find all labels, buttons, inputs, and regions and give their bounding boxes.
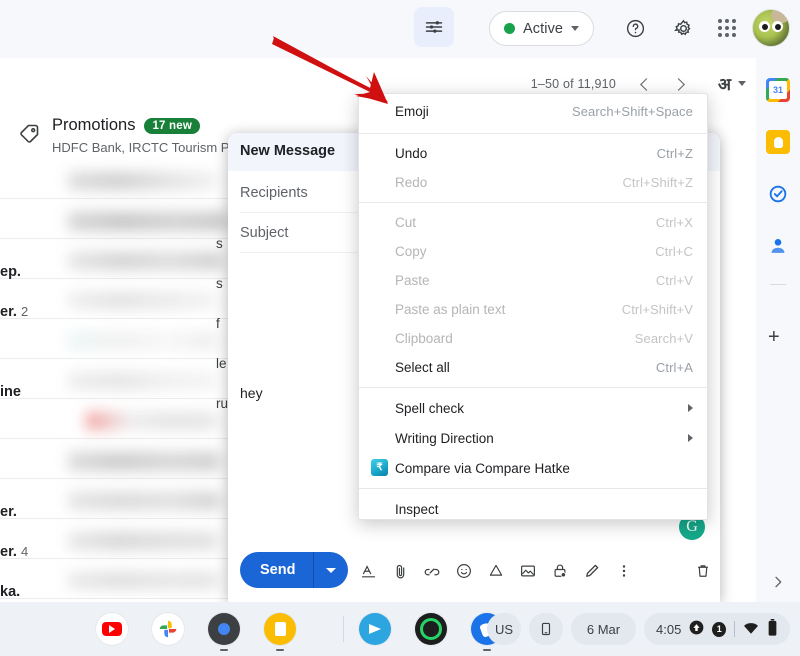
snippet-fragment: s	[216, 236, 223, 251]
menu-separator	[359, 133, 707, 134]
input-language-selector[interactable]: अ	[718, 72, 746, 95]
add-plus-icon[interactable]: +	[768, 326, 780, 349]
tune-sliders-icon[interactable]	[414, 7, 454, 47]
youtube-icon[interactable]	[96, 613, 128, 645]
send-options-icon[interactable]	[314, 552, 348, 588]
battery-icon	[767, 619, 778, 639]
compose-toolbar: Send	[228, 540, 720, 602]
google-calendar-icon[interactable]: 31	[766, 78, 790, 102]
snippet-fragment: le	[216, 356, 227, 371]
divider	[343, 616, 344, 642]
chevron-down-icon	[738, 81, 746, 86]
menu-item-redo[interactable]: Redo Ctrl+Shift+Z	[359, 168, 707, 197]
wifi-icon	[743, 621, 759, 638]
list-item[interactable]: er.	[0, 504, 17, 520]
list-item[interactable]: ep.	[0, 264, 21, 280]
menu-item-cut[interactable]: Cut Ctrl+X	[359, 208, 707, 237]
list-item[interactable]: er. 4	[0, 544, 28, 560]
time-label: 4:05	[656, 622, 681, 637]
system-tray[interactable]: 4:05 1	[644, 613, 790, 645]
menu-item-inspect[interactable]: Inspect	[359, 494, 707, 524]
confidential-mode-icon[interactable]	[549, 560, 571, 582]
menu-separator	[359, 387, 707, 388]
telegram-icon[interactable]	[359, 613, 391, 645]
date-indicator[interactable]: 6 Mar	[571, 613, 636, 645]
attach-file-icon[interactable]	[389, 560, 411, 582]
menu-item-compare-hatke[interactable]: ₹ Compare via Compare Hatke	[359, 453, 707, 483]
more-options-icon[interactable]	[613, 560, 635, 582]
snippet-fragment: s	[216, 276, 223, 291]
apps-grid-icon[interactable]	[712, 13, 742, 43]
status-dot	[504, 23, 515, 34]
message-body[interactable]: hey	[240, 385, 263, 401]
menu-item-emoji[interactable]: Emoji Search+Shift+Space	[359, 94, 707, 128]
menu-item-paste-plain-text[interactable]: Paste as plain text Ctrl+Shift+V	[359, 295, 707, 324]
divider	[770, 284, 786, 285]
taskbar-shelf: US 6 Mar 4:05 1	[0, 602, 800, 656]
submenu-arrow-icon	[688, 434, 693, 442]
input-language-glyph: अ	[718, 72, 731, 95]
tag-icon	[18, 122, 42, 151]
submenu-arrow-icon	[688, 404, 693, 412]
google-keep-icon[interactable]	[766, 130, 790, 154]
insert-photo-icon[interactable]	[517, 560, 539, 582]
menu-item-undo[interactable]: Undo Ctrl+Z	[359, 139, 707, 168]
compose-title: New Message	[240, 143, 335, 159]
chromeos-desktop: Active 1–50 of 11,910	[0, 0, 800, 656]
notification-badge: 1	[712, 622, 726, 637]
list-item[interactable]: ine	[0, 384, 21, 400]
insert-drive-icon[interactable]	[485, 560, 507, 582]
insert-emoji-icon[interactable]	[453, 560, 475, 582]
snippet-fragment: f	[216, 316, 220, 331]
help-circle-icon[interactable]	[620, 13, 650, 43]
menu-item-paste[interactable]: Paste Ctrl+V	[359, 266, 707, 295]
gear-icon[interactable]	[668, 13, 698, 43]
settings-icon[interactable]	[208, 613, 240, 645]
google-contacts-icon[interactable]	[766, 234, 790, 258]
menu-item-select-all[interactable]: Select all Ctrl+A	[359, 353, 707, 382]
locale-indicator[interactable]: US	[487, 613, 521, 645]
chevron-down-icon	[571, 26, 579, 31]
context-menu: Emoji Search+Shift+Space Undo Ctrl+Z Red…	[358, 93, 708, 520]
trash-icon[interactable]	[692, 560, 714, 582]
chevron-right-icon[interactable]	[770, 574, 786, 595]
tab-subtitle: HDFC Bank, IRCTC Tourism P...	[52, 140, 239, 155]
tab-name: Promotions	[52, 116, 135, 135]
subject-placeholder: Subject	[240, 225, 288, 241]
menu-separator	[359, 202, 707, 203]
avatar[interactable]	[752, 9, 790, 47]
menu-item-clipboard[interactable]: Clipboard Search+V	[359, 324, 707, 353]
status-pill-active[interactable]: Active	[489, 11, 594, 46]
phone-hub-icon[interactable]	[529, 613, 563, 645]
arrow-up-badge-icon	[689, 620, 704, 638]
side-panel: 31 +	[756, 58, 800, 602]
menu-separator	[359, 488, 707, 489]
google-keep-icon[interactable]	[264, 613, 296, 645]
gmail-top-bar: Active	[0, 0, 800, 58]
recipients-placeholder: Recipients	[240, 185, 308, 201]
insert-signature-icon[interactable]	[581, 560, 603, 582]
compare-hatke-icon: ₹	[371, 459, 388, 476]
whatsapp-icon[interactable]	[415, 613, 447, 645]
list-item[interactable]: er. 2	[0, 304, 28, 320]
formatting-options-icon[interactable]	[357, 560, 379, 582]
menu-item-spell-check[interactable]: Spell check	[359, 393, 707, 423]
list-item[interactable]: ka.	[0, 584, 20, 600]
menu-item-copy[interactable]: Copy Ctrl+C	[359, 237, 707, 266]
snippet-fragment: ru	[216, 396, 228, 411]
status-badge: 17 new	[144, 118, 200, 134]
google-tasks-icon[interactable]	[766, 182, 790, 206]
send-button-label: Send	[240, 562, 313, 578]
insert-link-icon[interactable]	[421, 560, 443, 582]
status-label: Active	[523, 21, 563, 37]
send-button[interactable]: Send	[240, 552, 348, 588]
menu-item-writing-direction[interactable]: Writing Direction	[359, 423, 707, 453]
pagination-count: 1–50 of 11,910	[531, 77, 616, 91]
google-photos-icon[interactable]	[152, 613, 184, 645]
